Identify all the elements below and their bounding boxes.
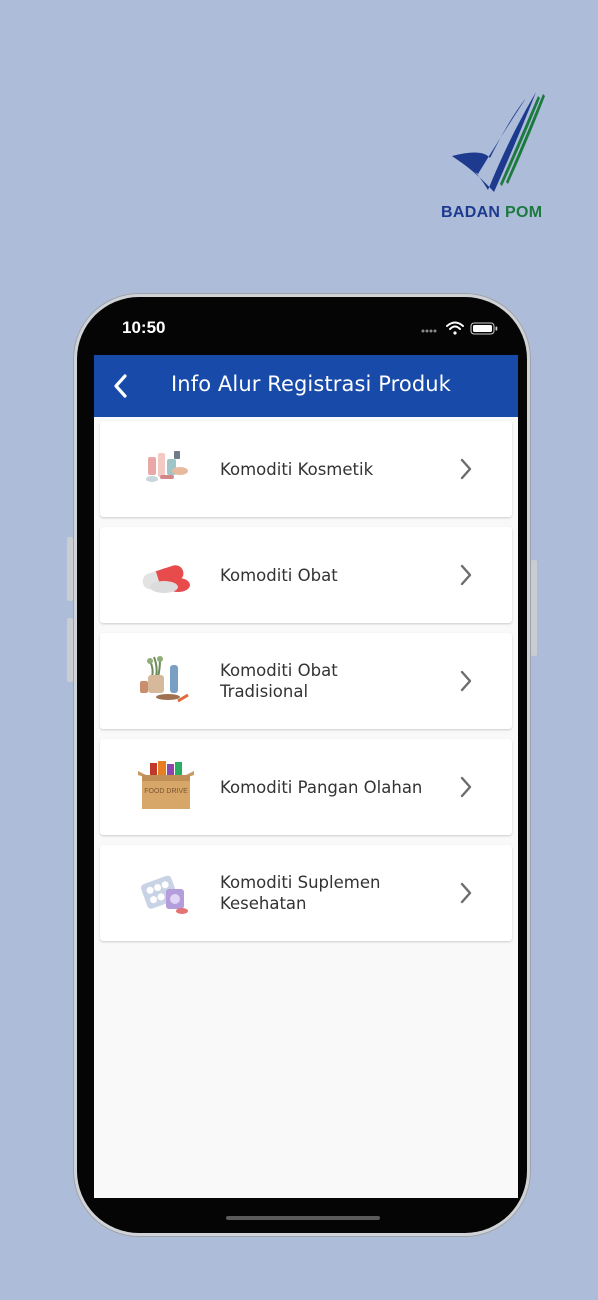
chevron-right-icon xyxy=(460,564,472,586)
food-box-illustration-icon: FOOD DRIVE xyxy=(138,761,194,809)
app-screen: Info Alur Registrasi Produk Komoditi Kos… xyxy=(94,355,518,1198)
app-bar: Info Alur Registrasi Produk xyxy=(94,355,518,417)
supplement-illustration-icon xyxy=(140,875,188,914)
chevron-left-icon xyxy=(114,374,127,398)
food-drive-text: FOOD DRIVE xyxy=(144,788,188,795)
item-label: Komoditi Obat Tradisional xyxy=(220,661,338,701)
item-label: Komoditi Suplemen Kesehatan xyxy=(220,873,381,913)
checkmark-logo-icon xyxy=(452,92,545,192)
logo-word-pom: POM xyxy=(505,204,543,221)
commodity-list: Komoditi Kosmetik Komoditi Obat Komoditi… xyxy=(100,421,512,951)
logo-word-badan: BADAN xyxy=(441,204,501,221)
list-item-suplemen-kesehatan[interactable]: Komoditi Suplemen Kesehatan xyxy=(100,845,512,941)
page-title: Info Alur Registrasi Produk xyxy=(171,372,451,396)
status-time: 10:50 xyxy=(122,318,166,337)
list-item-obat-tradisional[interactable]: Komoditi Obat Tradisional xyxy=(100,633,512,729)
chevron-right-icon xyxy=(460,882,472,904)
wifi-icon xyxy=(446,321,464,335)
chevron-right-icon xyxy=(460,670,472,692)
status-icons xyxy=(421,321,498,335)
battery-icon xyxy=(470,322,498,335)
list-item-kosmetik[interactable]: Komoditi Kosmetik xyxy=(100,421,512,517)
logo-wordmark: BADAN POM xyxy=(441,204,542,222)
chevron-right-icon xyxy=(460,458,472,480)
chevron-right-icon xyxy=(460,776,472,798)
list-item-obat[interactable]: Komoditi Obat xyxy=(100,527,512,623)
back-button[interactable] xyxy=(102,367,140,405)
cosmetics-illustration-icon xyxy=(146,451,188,482)
list-item-pangan-olahan[interactable]: FOOD DRIVE Komoditi Pangan Olahan xyxy=(100,739,512,835)
herbal-illustration-icon xyxy=(140,656,189,703)
signal-dots-icon xyxy=(421,329,437,333)
badan-pom-logo: BADAN POM xyxy=(438,88,558,228)
item-label: Komoditi Kosmetik xyxy=(220,459,374,479)
home-indicator[interactable] xyxy=(226,1216,380,1220)
capsule-illustration-icon xyxy=(142,565,190,593)
phone-frame: Info Alur Registrasi Produk Komoditi Kos… xyxy=(73,293,531,1237)
phone-bezel: Info Alur Registrasi Produk Komoditi Kos… xyxy=(77,297,527,1233)
item-label: Komoditi Obat xyxy=(220,565,338,585)
phone-power-button xyxy=(531,560,537,656)
item-label: Komoditi Pangan Olahan xyxy=(220,777,423,797)
